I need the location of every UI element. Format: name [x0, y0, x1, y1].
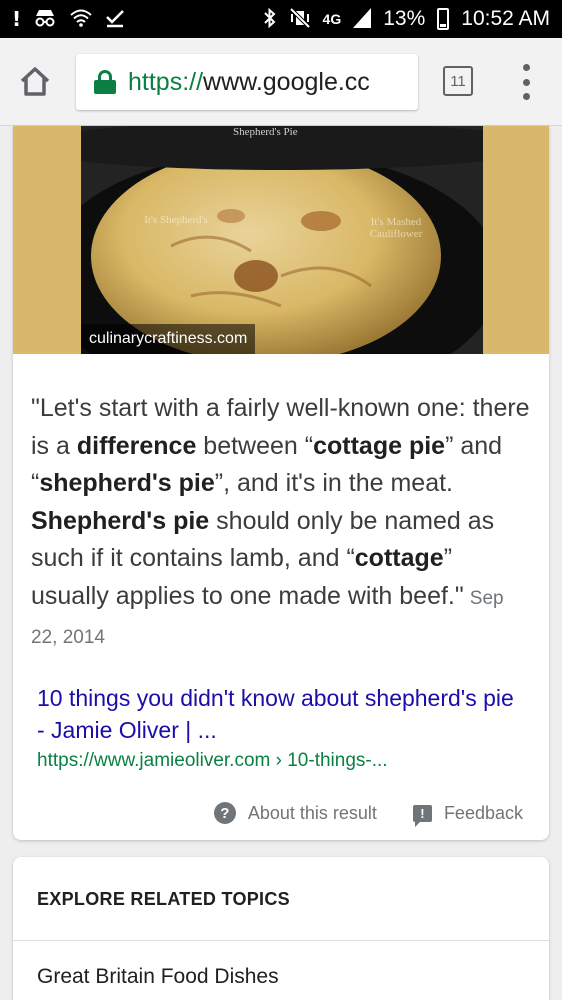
- feedback-icon: !: [412, 804, 432, 827]
- wifi-icon: [69, 8, 93, 31]
- lock-icon: [94, 70, 116, 94]
- network-type: 4G: [322, 11, 342, 27]
- download-complete-icon: [105, 8, 125, 31]
- alert-icon: !: [12, 7, 22, 31]
- snippet-bold-term: cottage: [354, 544, 444, 572]
- featured-snippet-card: Shepherd's Pie It's Shepherd's It's Mash…: [13, 126, 549, 840]
- overflow-menu-button[interactable]: [516, 64, 536, 100]
- url-host: www.google.cc: [203, 67, 370, 96]
- home-icon: [20, 67, 50, 96]
- clock: 10:52 AM: [461, 7, 550, 30]
- shepherds-pie-image[interactable]: Shepherd's Pie It's Shepherd's It's Mash…: [81, 126, 483, 354]
- image-source-label: culinarycraftiness.com: [81, 324, 256, 354]
- snippet-fragment: between “: [196, 431, 314, 460]
- image-band: Shepherd's Pie It's Shepherd's It's Mash…: [13, 126, 549, 354]
- about-result-button[interactable]: ? About this result: [213, 802, 377, 824]
- related-topics-card: EXPLORE RELATED TOPICS Great Britain Foo…: [13, 857, 549, 1000]
- vibrate-mute-icon: [289, 7, 311, 31]
- image-caption-left: It's Shepherd's: [144, 214, 208, 226]
- feedback-button[interactable]: ! Feedback: [412, 802, 523, 827]
- result-url[interactable]: https://www.jamieoliver.com › 10-things-…: [37, 750, 527, 772]
- battery-icon: [437, 8, 450, 30]
- home-button[interactable]: [18, 64, 52, 98]
- battery-percent: 13%: [383, 7, 426, 30]
- status-bar: ! 4G 13% 10:52 AM: [0, 0, 562, 38]
- help-icon: ?: [213, 802, 236, 824]
- about-result-label: About this result: [247, 802, 377, 823]
- feedback-label: Feedback: [443, 802, 523, 823]
- url-scheme: https://: [128, 67, 204, 96]
- url-text: https://www.google.cc: [128, 68, 370, 97]
- address-bar[interactable]: https://www.google.cc: [76, 54, 418, 110]
- card-footer: ? About this result ! Feedback: [213, 802, 523, 827]
- divider: [13, 940, 549, 941]
- snippet-bold-term: difference: [76, 431, 197, 460]
- snippet-bold-term: shepherd's pie: [39, 469, 215, 497]
- status-icons-right: 4G 13% 10:52 AM: [263, 7, 550, 32]
- browser-toolbar: https://www.google.cc 11: [0, 38, 562, 126]
- snippet-fragment: ”, and it's in the meat.: [214, 469, 454, 497]
- snippet-body: "Let's start with a fairly well-known on…: [31, 394, 530, 610]
- signal-icon: [353, 7, 372, 31]
- incognito-icon: [33, 8, 57, 31]
- image-caption-top: Shepherd's Pie: [233, 126, 298, 138]
- related-topics-heading: EXPLORE RELATED TOPICS: [37, 889, 290, 909]
- tab-switcher-button[interactable]: 11: [443, 66, 473, 96]
- snippet-text: "Let's start with a fairly well-known on…: [31, 390, 531, 657]
- image-caption-right: It's Mashed Cauliflower: [369, 216, 423, 240]
- snippet-bold-term: Shepherd's pie: [31, 506, 210, 535]
- related-topic-item[interactable]: Great Britain Food Dishes: [37, 965, 279, 989]
- status-icons-left: !: [12, 8, 125, 31]
- snippet-bold-term: cottage pie: [313, 431, 446, 460]
- pie-illustration: [81, 126, 483, 354]
- bluetooth-icon: [263, 7, 277, 32]
- result-title-link[interactable]: 10 things you didn't know about shepherd…: [37, 682, 527, 746]
